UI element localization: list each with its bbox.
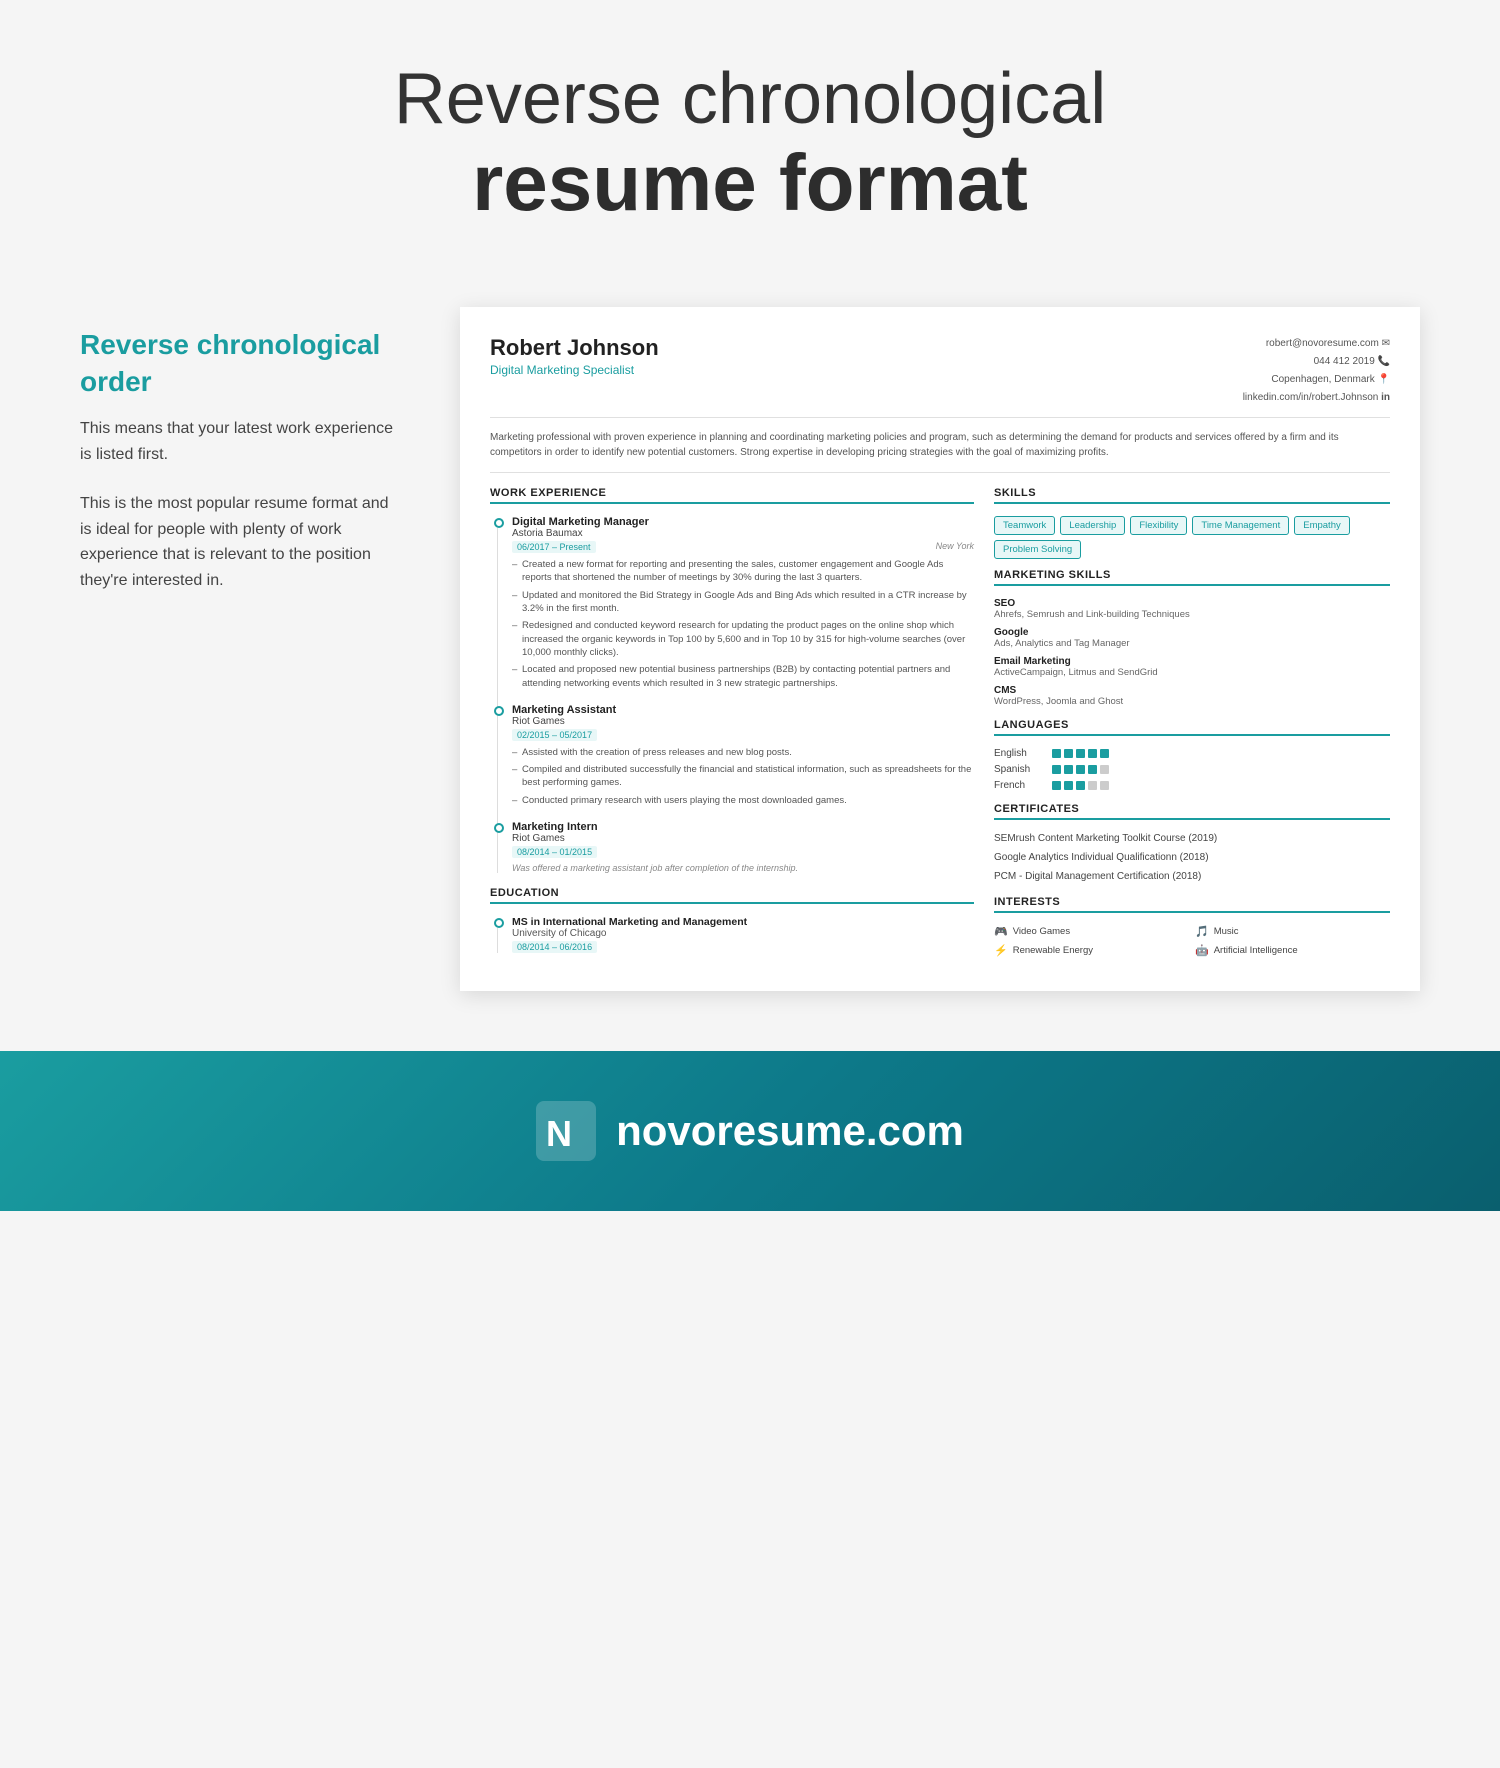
lang-spanish: Spanish bbox=[994, 764, 1390, 775]
interest-renewable-energy: ⚡ Renewable Energy bbox=[994, 944, 1189, 957]
interest-ai: 🤖 Artificial Intelligence bbox=[1195, 944, 1390, 957]
education-list: MS in International Marketing and Manage… bbox=[490, 916, 974, 953]
work-bullets-1: Created a new format for reporting and p… bbox=[512, 558, 974, 690]
skill-leadership: Leadership bbox=[1060, 516, 1125, 535]
edu-item-1: MS in International Marketing and Manage… bbox=[508, 916, 974, 953]
sidebar-para1: This means that your latest work experie… bbox=[80, 416, 400, 467]
video-games-icon: 🎮 bbox=[994, 925, 1008, 938]
interest-video-games: 🎮 Video Games bbox=[994, 925, 1189, 938]
page-title-bold: resume format bbox=[20, 139, 1480, 227]
work-dot-1 bbox=[494, 518, 504, 528]
skill-empathy: Empathy bbox=[1294, 516, 1350, 535]
cert-3: PCM - Digital Management Certification (… bbox=[994, 870, 1390, 884]
job-title-1: Digital Marketing Manager bbox=[512, 516, 974, 528]
resume-header: Robert Johnson Digital Marketing Special… bbox=[490, 335, 1390, 418]
resume-col-right: SKILLS Teamwork Leadership Flexibility T… bbox=[994, 487, 1390, 963]
edu-dot-1 bbox=[494, 918, 504, 928]
resume-col-left: WORK EXPERIENCE Digital Marketing Manage… bbox=[490, 487, 974, 963]
work-italic-3: Was offered a marketing assistant job af… bbox=[512, 863, 974, 873]
bullet-1-2: Updated and monitored the Bid Strategy i… bbox=[512, 589, 974, 616]
contact-email: robert@novoresume.com ✉ bbox=[1239, 335, 1390, 353]
work-meta-3: 08/2014 – 01/2015 bbox=[512, 846, 974, 858]
languages-section-title: LANGUAGES bbox=[994, 719, 1390, 736]
company-2: Riot Games bbox=[512, 716, 974, 727]
resume-summary: Marketing professional with proven exper… bbox=[490, 430, 1390, 473]
resume-columns: WORK EXPERIENCE Digital Marketing Manage… bbox=[490, 487, 1390, 963]
cert-1: SEMrush Content Marketing Toolkit Course… bbox=[994, 832, 1390, 846]
work-experience-section-title: WORK EXPERIENCE bbox=[490, 487, 974, 504]
svg-text:N: N bbox=[546, 1113, 572, 1154]
bullet-1-4: Located and proposed new potential busin… bbox=[512, 663, 974, 690]
resume-card: Robert Johnson Digital Marketing Special… bbox=[460, 307, 1420, 991]
bullet-1-3: Redesigned and conducted keyword researc… bbox=[512, 619, 974, 659]
bullet-1-1: Created a new format for reporting and p… bbox=[512, 558, 974, 585]
skill-problem-solving: Problem Solving bbox=[994, 540, 1081, 559]
work-date-2: 02/2015 – 05/2017 bbox=[512, 729, 597, 741]
company-1: Astoria Baumax bbox=[512, 528, 974, 539]
sidebar-heading: Reverse chronological order bbox=[80, 327, 400, 400]
job-title-3: Marketing Intern bbox=[512, 821, 974, 833]
bullet-2-1: Assisted with the creation of press rele… bbox=[512, 746, 974, 759]
work-experience-list: Digital Marketing Manager Astoria Baumax… bbox=[490, 516, 974, 873]
work-location-1: New York bbox=[936, 541, 974, 553]
main-content: Reverse chronological order This means t… bbox=[0, 267, 1500, 1031]
ai-icon: 🤖 bbox=[1195, 944, 1209, 957]
company-3: Riot Games bbox=[512, 833, 974, 844]
interests-section-title: INTERESTS bbox=[994, 896, 1390, 913]
mskill-cms: CMS WordPress, Joomla and Ghost bbox=[994, 685, 1390, 707]
sidebar-para2: This is the most popular resume format a… bbox=[80, 491, 400, 593]
certificates-list: SEMrush Content Marketing Toolkit Course… bbox=[994, 832, 1390, 884]
education-section-title: EDUCATION bbox=[490, 887, 974, 904]
resume-job-title: Digital Marketing Specialist bbox=[490, 363, 659, 377]
music-icon: 🎵 bbox=[1195, 925, 1209, 938]
marketing-skills-list: SEO Ahrefs, Semrush and Link-building Te… bbox=[994, 598, 1390, 707]
work-date-1: 06/2017 – Present bbox=[512, 541, 596, 553]
work-item-3: Marketing Intern Riot Games 08/2014 – 01… bbox=[508, 821, 974, 873]
bullet-2-2: Compiled and distributed successfully th… bbox=[512, 763, 974, 790]
work-meta-2: 02/2015 – 05/2017 bbox=[512, 729, 974, 741]
work-dot-3 bbox=[494, 823, 504, 833]
work-date-3: 08/2014 – 01/2015 bbox=[512, 846, 597, 858]
contact-location: Copenhagen, Denmark 📍 bbox=[1239, 371, 1390, 389]
resume-name: Robert Johnson bbox=[490, 335, 659, 361]
work-item-1: Digital Marketing Manager Astoria Baumax… bbox=[508, 516, 974, 690]
contact-phone: 044 412 2019 📞 bbox=[1239, 353, 1390, 371]
bullet-2-3: Conducted primary research with users pl… bbox=[512, 794, 974, 807]
certificates-section-title: CERTIFICATES bbox=[994, 803, 1390, 820]
novoresume-logo-icon: N bbox=[536, 1101, 596, 1161]
marketing-skills-section-title: MARKETING SKILLS bbox=[994, 569, 1390, 586]
footer-brand: novoresume.com bbox=[616, 1107, 964, 1155]
lang-english: English bbox=[994, 748, 1390, 759]
skills-section-title: SKILLS bbox=[994, 487, 1390, 504]
mskill-seo: SEO Ahrefs, Semrush and Link-building Te… bbox=[994, 598, 1390, 620]
interests-grid: 🎮 Video Games 🎵 Music ⚡ Renewable Energy… bbox=[994, 925, 1390, 957]
skill-time-management: Time Management bbox=[1192, 516, 1289, 535]
languages-list: English Spanish bbox=[994, 748, 1390, 791]
work-item-2: Marketing Assistant Riot Games 02/2015 –… bbox=[508, 704, 974, 807]
edu-degree-1: MS in International Marketing and Manage… bbox=[512, 916, 974, 928]
mskill-google: Google Ads, Analytics and Tag Manager bbox=[994, 627, 1390, 649]
cert-2: Google Analytics Individual Qualificatio… bbox=[994, 851, 1390, 865]
work-dot-2 bbox=[494, 706, 504, 716]
renewable-energy-icon: ⚡ bbox=[994, 944, 1008, 957]
page-title-light: Reverse chronological bbox=[20, 60, 1480, 139]
skills-tags: Teamwork Leadership Flexibility Time Man… bbox=[994, 516, 1390, 559]
job-title-2: Marketing Assistant bbox=[512, 704, 974, 716]
lang-french: French bbox=[994, 780, 1390, 791]
header-section: Reverse chronological resume format bbox=[0, 0, 1500, 267]
work-meta-1: 06/2017 – Present New York bbox=[512, 541, 974, 553]
edu-date-1: 08/2014 – 06/2016 bbox=[512, 941, 597, 953]
work-bullets-2: Assisted with the creation of press rele… bbox=[512, 746, 974, 807]
mskill-email: Email Marketing ActiveCampaign, Litmus a… bbox=[994, 656, 1390, 678]
resume-contact: robert@novoresume.com ✉ 044 412 2019 📞 C… bbox=[1239, 335, 1390, 407]
contact-linkedin: linkedin.com/in/robert.Johnson in bbox=[1239, 389, 1390, 407]
footer-section: N novoresume.com bbox=[0, 1051, 1500, 1211]
interest-music: 🎵 Music bbox=[1195, 925, 1390, 938]
edu-school-1: University of Chicago bbox=[512, 928, 974, 939]
skill-flexibility: Flexibility bbox=[1130, 516, 1187, 535]
skill-teamwork: Teamwork bbox=[994, 516, 1055, 535]
left-sidebar: Reverse chronological order This means t… bbox=[80, 307, 400, 617]
